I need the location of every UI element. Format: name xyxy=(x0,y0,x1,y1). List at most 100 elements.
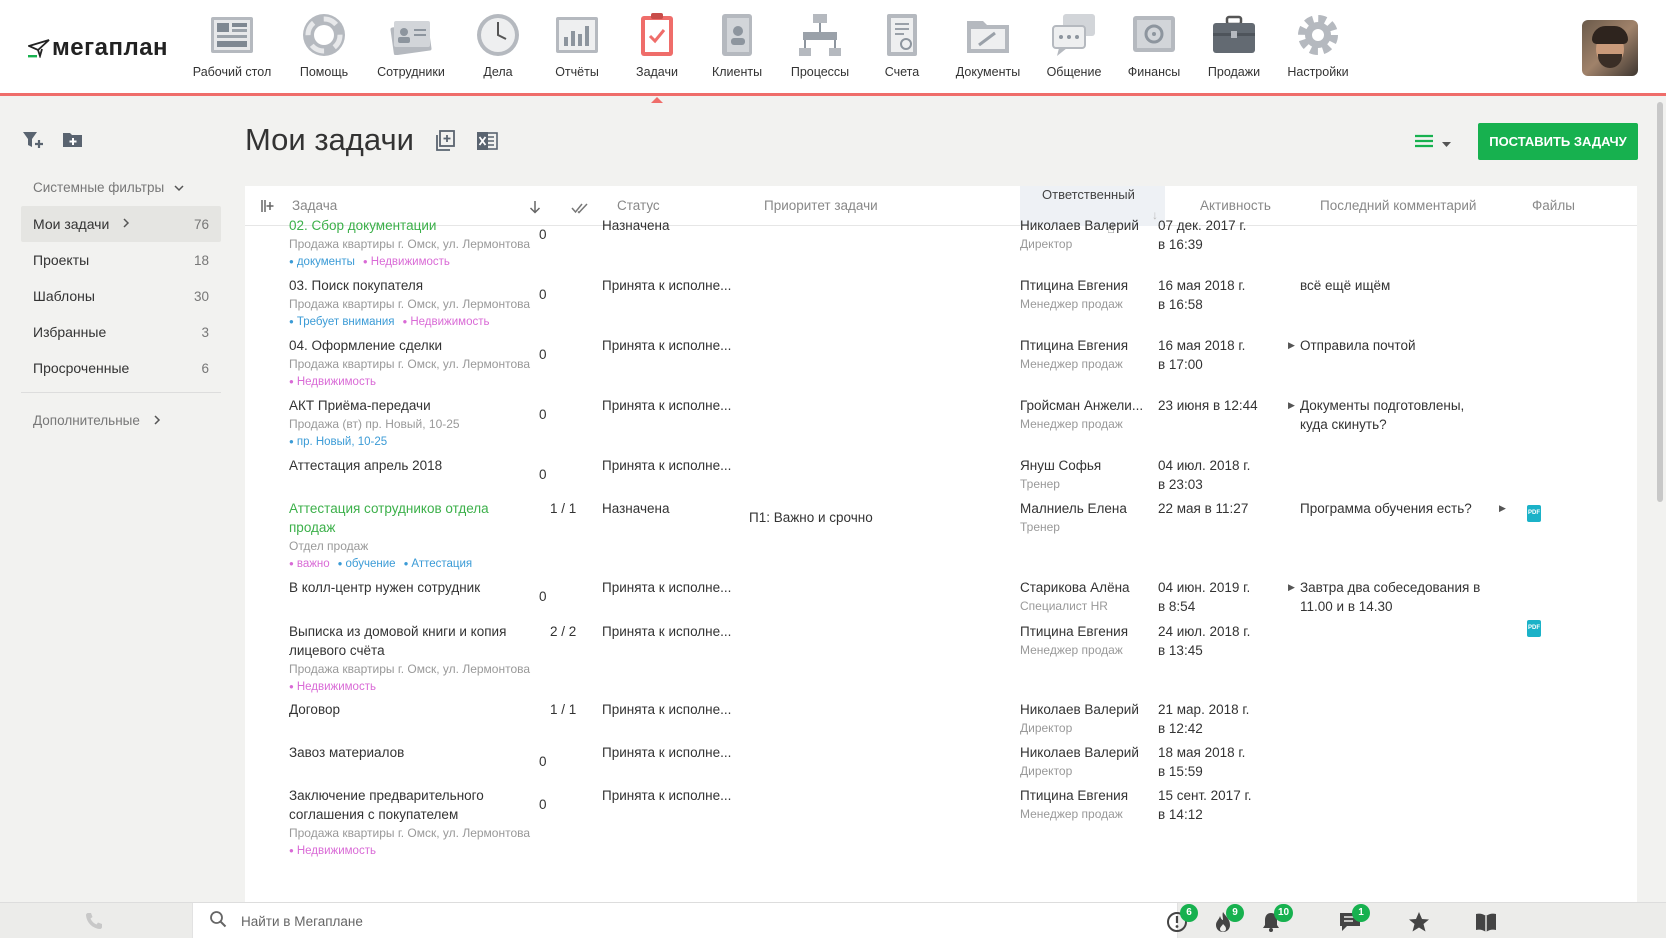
book-icon[interactable] xyxy=(1474,911,1498,933)
nav-item-safe[interactable]: Финансы xyxy=(1109,12,1199,79)
megaplan-logo[interactable]: мегаплан xyxy=(28,34,168,62)
task-tag[interactable]: Недвижимость xyxy=(363,256,450,268)
last-comment[interactable]: Отправила почтой xyxy=(1300,336,1485,355)
phone-icon[interactable] xyxy=(84,911,104,936)
header-files[interactable]: Файлы xyxy=(1532,198,1575,213)
sidebar-item[interactable]: Избранные 3 xyxy=(21,314,221,350)
last-comment[interactable]: Документы подготовлены, куда скинуть? xyxy=(1300,396,1485,434)
responsible-name[interactable]: Птицина Евгения xyxy=(1020,622,1155,641)
last-comment[interactable]: Программа обучения есть? xyxy=(1300,499,1485,518)
responsible-name[interactable]: Гройсман Анжели... xyxy=(1020,396,1155,415)
sidebar-item[interactable]: Шаблоны 30 xyxy=(21,278,221,314)
responsible-name[interactable]: Николаев Валерий xyxy=(1020,743,1155,762)
responsible-name[interactable]: Януш Софья xyxy=(1020,456,1155,475)
header-activity[interactable]: Активность xyxy=(1200,198,1271,213)
responsible-name[interactable]: Птицина Евгения xyxy=(1020,786,1155,805)
task-project[interactable]: Продажа квартиры г. Омск, ул. Лермонтова xyxy=(289,235,534,253)
nav-item-lifebuoy[interactable]: Помощь xyxy=(279,12,369,79)
task-name-link[interactable]: Аттестация апрель 2018 xyxy=(289,456,529,475)
nav-item-invoice[interactable]: Счета xyxy=(857,12,947,79)
sidebar-item[interactable]: Проекты 18 xyxy=(21,242,221,278)
task-name-link[interactable]: Аттестация сотрудников отдела продаж xyxy=(289,499,529,537)
task-name-link[interactable]: АКТ Приёма-передачи xyxy=(289,396,529,415)
responsible-name[interactable]: Николаев Валерий xyxy=(1020,216,1155,235)
expand-files-icon[interactable]: ▶ xyxy=(1499,503,1506,514)
star-icon[interactable] xyxy=(1408,911,1432,933)
expand-comment-icon[interactable]: ▶ xyxy=(1288,400,1295,411)
header-status[interactable]: Статус xyxy=(617,198,660,213)
responsible-name[interactable]: Старикова Алёна xyxy=(1020,578,1155,597)
expand-comment-icon[interactable]: ▶ xyxy=(1288,340,1295,351)
column-settings-icon[interactable] xyxy=(261,199,275,218)
responsible-name[interactable]: Николаев Валерий xyxy=(1020,700,1155,719)
task-tag[interactable]: Недвижимость xyxy=(289,845,376,857)
nav-item-employees[interactable]: Сотрудники xyxy=(366,12,456,79)
task-name-link[interactable]: 04. Оформление сделки xyxy=(289,336,529,355)
task-name-link[interactable]: Выписка из домовой книги и копия лицевог… xyxy=(289,622,529,660)
last-comment[interactable]: Завтра два собеседования в 11.00 и в 14.… xyxy=(1300,578,1485,616)
add-task-button[interactable]: ПОСТАВИТЬ ЗАДАЧУ xyxy=(1478,123,1638,160)
nav-item-folder[interactable]: Документы xyxy=(943,12,1033,79)
user-avatar[interactable] xyxy=(1582,20,1638,76)
responsible-name[interactable]: Птицина Евгения xyxy=(1020,336,1155,355)
task-tag[interactable]: пр. Новый, 10-25 xyxy=(289,436,387,448)
nav-item-desktop[interactable]: Рабочий стол xyxy=(187,12,277,79)
last-comment[interactable]: всё ещё ищём xyxy=(1300,276,1485,295)
sidebar-item[interactable]: Просроченные 6 xyxy=(21,350,221,386)
nav-item-tasks[interactable]: Задачи xyxy=(612,12,702,103)
task-project[interactable]: Продажа квартиры г. Омск, ул. Лермонтова xyxy=(289,355,534,373)
task-tag[interactable]: Аттестация xyxy=(404,558,472,570)
responsible-name[interactable]: Малниель Елена xyxy=(1020,499,1155,518)
activity-cell: 07 дек. 2017 г. в 16:39 xyxy=(1158,216,1278,254)
nav-item-clock[interactable]: Дела xyxy=(453,12,543,79)
task-name-link[interactable]: 02. Сбор документации xyxy=(289,216,529,235)
additional-filters-toggle[interactable]: Дополнительные xyxy=(33,413,161,428)
messages-icon[interactable]: 1 xyxy=(1338,904,1370,933)
add-filter-icon[interactable] xyxy=(22,130,44,150)
task-tag[interactable]: важно xyxy=(289,558,330,570)
task-name-link[interactable]: 03. Поиск покупателя xyxy=(289,276,529,295)
activity-time: в 15:59 xyxy=(1158,764,1203,779)
nav-item-chart[interactable]: Отчёты xyxy=(532,12,622,79)
task-tag[interactable]: Требует внимания xyxy=(289,316,395,328)
search-input[interactable] xyxy=(241,913,1141,929)
add-folder-icon[interactable] xyxy=(62,130,84,150)
view-mode-dropdown[interactable] xyxy=(1414,134,1451,153)
task-project[interactable]: Продажа квартиры г. Омск, ул. Лермонтова xyxy=(289,824,534,842)
nav-item-contacts-book[interactable]: Клиенты xyxy=(692,12,782,79)
task-tag[interactable]: Недвижимость xyxy=(289,681,376,693)
header-last-comment[interactable]: Последний комментарий xyxy=(1320,198,1476,213)
header-priority[interactable]: Приоритет задачи xyxy=(764,198,878,213)
copy-tasks-icon[interactable] xyxy=(434,130,456,152)
task-name-link[interactable]: В колл-центр нужен сотрудник xyxy=(289,578,529,597)
task-name-link[interactable]: Договор xyxy=(289,700,529,719)
task-tag[interactable]: Недвижимость xyxy=(289,376,376,388)
pdf-file-icon[interactable]: PDF xyxy=(1527,505,1541,522)
task-tag[interactable]: обучение xyxy=(338,558,396,570)
bell-icon[interactable]: 10 xyxy=(1260,904,1294,933)
pdf-file-icon[interactable]: PDF xyxy=(1527,620,1541,637)
system-filters-toggle[interactable]: Системные фильтры xyxy=(33,180,184,195)
task-tag[interactable]: Недвижимость xyxy=(403,316,489,328)
header-task[interactable]: Задача xyxy=(292,198,337,213)
expand-comment-icon[interactable]: ▶ xyxy=(1288,582,1295,593)
alert-icon[interactable]: 6 xyxy=(1166,904,1198,933)
responsible-name[interactable]: Птицина Евгения xyxy=(1020,276,1155,295)
task-name-link[interactable]: Заключение предварительного соглашения с… xyxy=(289,786,529,824)
double-check-icon[interactable] xyxy=(571,201,589,219)
excel-export-icon[interactable] xyxy=(476,130,498,152)
nav-item-gear[interactable]: Настройки xyxy=(1273,12,1363,79)
page-scrollbar[interactable] xyxy=(1657,102,1663,502)
task-project[interactable]: Продажа (вт) пр. Новый, 10-25 xyxy=(289,415,534,433)
nav-item-chat[interactable]: Общение xyxy=(1029,12,1119,79)
task-project[interactable]: Продажа квартиры г. Омск, ул. Лермонтова xyxy=(289,660,534,678)
employees-icon xyxy=(388,12,434,58)
task-project[interactable]: Отдел продаж xyxy=(289,537,534,555)
sidebar-item[interactable]: Мои задачи 76 xyxy=(21,206,221,242)
fire-icon[interactable]: 9 xyxy=(1212,904,1244,933)
nav-item-process[interactable]: Процессы xyxy=(775,12,865,79)
task-name-link[interactable]: Завоз материалов xyxy=(289,743,529,762)
nav-item-briefcase[interactable]: Продажи xyxy=(1189,12,1279,79)
task-project[interactable]: Продажа квартиры г. Омск, ул. Лермонтова xyxy=(289,295,534,313)
task-tag[interactable]: документы xyxy=(289,256,355,268)
